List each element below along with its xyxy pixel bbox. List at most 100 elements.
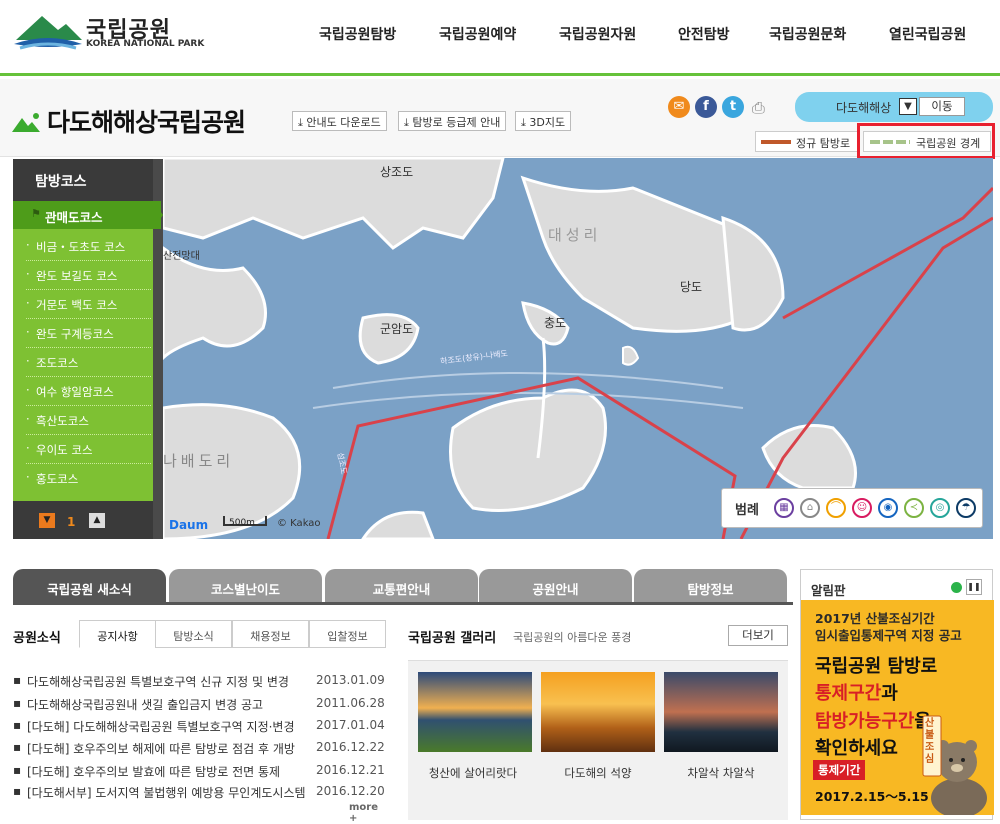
mountain-icon <box>12 113 40 132</box>
gnb-explore[interactable]: 국립공원탐방 <box>319 24 396 44</box>
subtab-notice[interactable]: 공지사항 <box>79 620 156 648</box>
main-tabs: 국립공원 새소식 코스별난이도 교통편안내 공원안내 탐방정보 <box>13 569 793 605</box>
notice-row[interactable]: ▪ 다도해해상국립공원내 샛길 출입금지 변경 공고 2011.06.28 <box>13 696 388 714</box>
toilet-icon[interactable]: ◎ <box>930 498 950 518</box>
trail-grade-button[interactable]: ⤓ 탐방로 등급제 안내 <box>398 111 507 131</box>
sidebar-item-bogildo[interactable]: · 완도 보길도 코스 <box>26 261 151 290</box>
3d-map-button[interactable]: ⤓ 3D지도 <box>515 111 572 131</box>
legend-trail-label: 정규 탐방로 <box>796 137 851 150</box>
notice-row[interactable]: ▪ [다도해서부] 도서지역 불법행위 예방용 무인계도시스템 2016.12.20 <box>13 784 388 802</box>
sidebar-item-label: 완도 보길도 코스 <box>36 269 118 283</box>
notice-row[interactable]: ▪ [다도해] 호우주의보 해제에 따른 탐방로 점검 후 개방 2016.12.2… <box>13 740 388 758</box>
gnb-reservation[interactable]: 국립공원예약 <box>439 24 516 44</box>
sidebar-item-jodo[interactable]: · 조도코스 <box>26 348 151 377</box>
sidebar-pager: ▼ 1 ▲ <box>13 501 153 539</box>
tab-park-info[interactable]: 공원안내 <box>479 569 632 602</box>
map-download-button[interactable]: ⤓ 안내도 다운로드 <box>292 111 387 131</box>
notice-row[interactable]: ▪ [다도해] 다도해해상국립공원 특별보호구역 지정·변경 2017.01.04 <box>13 718 388 736</box>
sidebar-item-hongdo[interactable]: · 홍도코스 <box>26 464 151 493</box>
alim-panel: 알림판 ❚❚ 2017년 산불조심기간 임시출입통제구역 지정 공고 국립공원 … <box>800 569 994 820</box>
banner-big2-red: 통제구간 <box>815 683 882 704</box>
gallery-caption-3[interactable]: 차알삭 차알삭 <box>656 765 786 781</box>
tab-news[interactable]: 국립공원 새소식 <box>13 569 166 602</box>
share-icon[interactable]: ≺ <box>904 498 924 518</box>
person-icon[interactable]: ☺ <box>852 498 872 518</box>
map-label-nabaedori: 나배도리 <box>163 452 235 470</box>
logo[interactable]: 국립공원 KOREA NATIONAL PARK <box>14 10 214 54</box>
notice-row[interactable]: ▪ 다도해해상국립공원 특별보호구역 신규 지정 및 변경 2013.01.09 <box>13 673 388 691</box>
page-up-icon[interactable]: ▲ <box>89 513 105 528</box>
alim-title: 알림판 <box>811 583 846 598</box>
subtab-explore-news[interactable]: 탐방소식 <box>155 620 232 648</box>
gallery-image-2[interactable] <box>541 672 655 752</box>
subtab-bid[interactable]: 입찰정보 <box>309 620 386 648</box>
notice-date: 2017.01.04 <box>316 718 385 732</box>
umbrella-icon[interactable]: ☂ <box>956 498 976 518</box>
tab-difficulty[interactable]: 코스별난이도 <box>169 569 322 602</box>
move-button[interactable]: 이동 <box>919 97 965 116</box>
pause-icon[interactable]: ❚❚ <box>966 579 982 595</box>
notice-title: [다도해] 호우주의보 발효에 따른 탐방로 전면 통제 <box>27 765 281 779</box>
sidebar-item-geomundo[interactable]: · 거문도 백도 코스 <box>26 290 151 319</box>
notice-more-link[interactable]: more + <box>349 802 388 824</box>
notice-title: [다도해서부] 도서지역 불법행위 예방용 무인계도시스템 <box>27 786 306 800</box>
map-label-dangdo: 당도 <box>680 280 703 294</box>
daum-logo: Daum <box>169 518 209 532</box>
sidebar-item-label: 거문도 백도 코스 <box>36 298 118 312</box>
park-map[interactable]: 상조도 대성리 당도 군암도 충도 하조도(창유)-나배도 나배도리 산전망대 … <box>163 158 993 539</box>
gallery-image-3[interactable] <box>664 672 778 752</box>
sidebar-item-bigeum[interactable]: · 비금・도초도 코스 <box>26 232 151 261</box>
print-icon[interactable]: ⎙ <box>752 98 765 118</box>
banner-big2-black: 과 <box>881 683 898 704</box>
tab-transport[interactable]: 교통편안내 <box>325 569 478 602</box>
notice-date: 2016.12.22 <box>316 740 385 754</box>
notice-date: 2016.12.20 <box>316 784 385 798</box>
gallery-image-1[interactable] <box>418 672 532 752</box>
gnb-resources[interactable]: 국립공원자원 <box>559 24 636 44</box>
sidebar-item-active[interactable]: ⚑ 관매도코스 <box>13 201 161 229</box>
car-icon[interactable]: ◉ <box>878 498 898 518</box>
page-down-icon[interactable]: ▼ <box>39 513 55 528</box>
twitter-icon[interactable]: t <box>722 96 744 118</box>
notice-title: 다도해해상국립공원내 샛길 출입금지 변경 공고 <box>27 698 264 712</box>
sidebar-item-hyangilam[interactable]: · 여수 향일암코스 <box>26 377 151 406</box>
legend-title: 범례 <box>735 503 759 518</box>
highlight-box <box>857 123 995 159</box>
notice-row[interactable]: ▪ [다도해] 호우주의보 발효에 따른 탐방로 전면 통제 2016.12.21 <box>13 763 388 781</box>
park-select-dropdown[interactable]: ▼ <box>899 98 917 115</box>
banner-period-label: 통제기간 <box>813 760 866 780</box>
scale-label: 500m <box>229 518 255 528</box>
gallery-caption-2[interactable]: 다도해의 석양 <box>533 765 663 781</box>
park-select-value: 다도해해상 <box>836 101 892 115</box>
gallery-more-button[interactable]: 더보기 <box>728 625 788 646</box>
sidebar-item-heuksando[interactable]: · 흑산도코스 <box>26 406 151 435</box>
gnb-open-park[interactable]: 열린국립공원 <box>889 24 966 44</box>
mail-icon[interactable]: ✉ <box>668 96 690 118</box>
3d-map-label: 3D지도 <box>529 116 566 129</box>
house-icon[interactable]: ⌂ <box>800 498 820 518</box>
course-sidebar: 탐방코스 ⚑ 관매도코스 · 비금・도초도 코스 · 완도 보길도 코스 · 거문도 … <box>13 159 163 539</box>
trail-grade-label: 탐방로 등급제 안내 <box>412 116 501 129</box>
sidebar-item-label: 완도 구계등코스 <box>36 327 114 341</box>
alim-banner[interactable]: 2017년 산불조심기간 임시출입통제구역 지정 공고 국립공원 탐방로 통제구… <box>801 600 994 815</box>
banner-big3: 탐방가능구간을 <box>815 707 931 733</box>
banner-big1: 국립공원 탐방로 <box>815 656 938 677</box>
sidebar-item-gugyedeung[interactable]: · 완도 구계등코스 <box>26 319 151 348</box>
notice-date: 2011.06.28 <box>316 696 385 710</box>
shelter-icon[interactable]: ⌒ <box>826 498 846 518</box>
sidebar-item-uido[interactable]: · 우이도 코스 <box>26 435 151 464</box>
facebook-icon[interactable]: f <box>695 96 717 118</box>
sidebar-item-label: 여수 향일암코스 <box>36 385 114 399</box>
map-label-observatory: 산전망대 <box>163 251 200 262</box>
sidebar-active-label: 관매도코스 <box>45 210 103 225</box>
banner-big2: 통제구간과 <box>815 679 898 705</box>
gnb-safety[interactable]: 안전탐방 <box>678 24 730 44</box>
banner-period: 2017.2.15～5.15 <box>815 789 929 804</box>
tab-explore-info[interactable]: 탐방정보 <box>634 569 787 602</box>
gallery-section: 국립공원 갤러리 국립공원의 아름다운 풍경 더보기 청산에 살어리랏다 다도해… <box>408 620 788 820</box>
slide-indicator-icon[interactable] <box>951 582 962 593</box>
gnb-culture[interactable]: 국립공원문화 <box>769 24 846 44</box>
gallery-caption-1[interactable]: 청산에 살어리랏다 <box>408 765 538 781</box>
subtab-recruit[interactable]: 채용정보 <box>232 620 309 648</box>
parking-icon[interactable]: ▦ <box>774 498 794 518</box>
